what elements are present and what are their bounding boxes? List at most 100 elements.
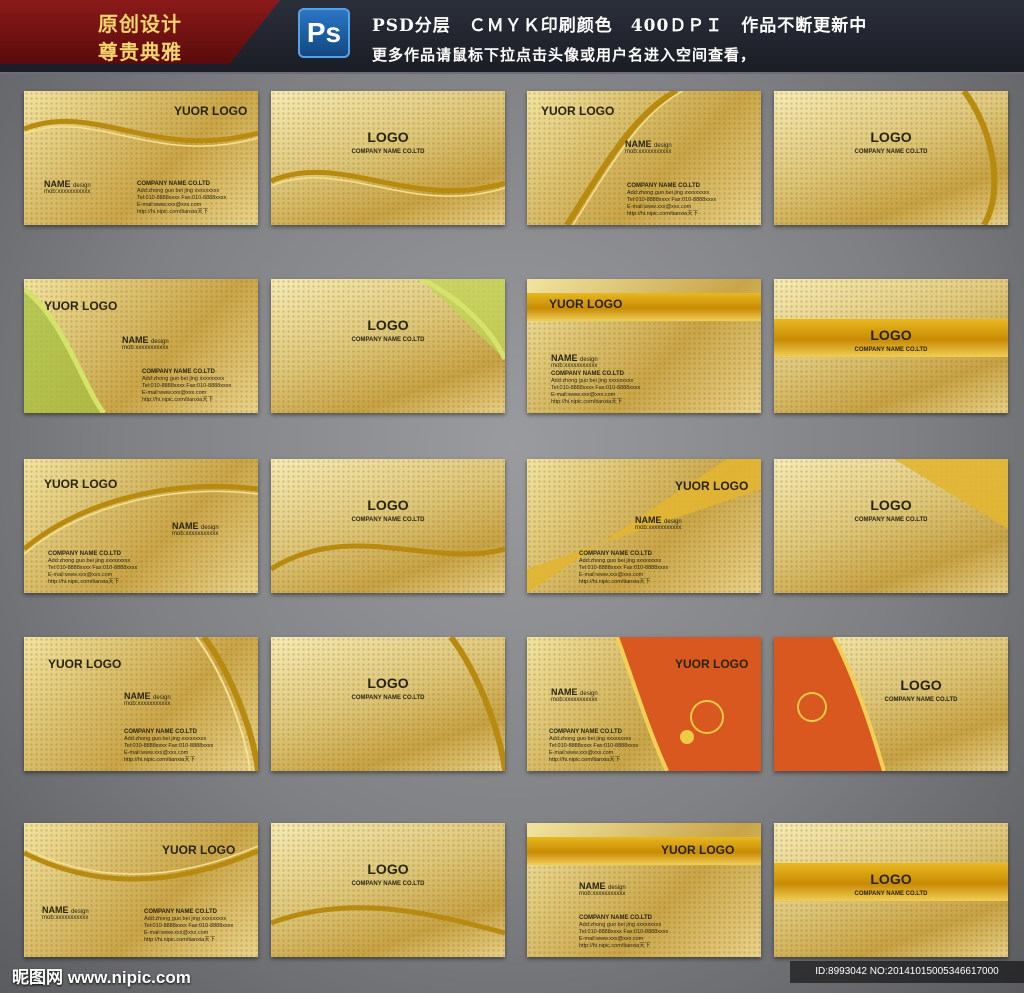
card-info-add: Add:zhong guo bei jing xxxxxxxxx (137, 188, 220, 194)
card-mobile: mob:xxxxxxxxxxx (124, 701, 171, 707)
card-info-email: E-mail:www.xxx@xxx.com (627, 204, 692, 210)
card-info-tel: Tel:010-8888xxxx Fax:010-8888xxxx (144, 923, 234, 929)
back-logo: LOGO (367, 497, 409, 513)
card-back: LOGO COMPANY NAME CO.LTD (271, 91, 505, 225)
card-info-email: E-mail:www.xxx@xxx.com (551, 392, 616, 398)
card-front: YUOR LOGO NAME design mob:xxxxxxxxxxx COMPA… (527, 637, 761, 771)
card-back: LOGO COMPANY NAME CO.LTD (774, 637, 1008, 771)
card-info-add: Add:zhong guo bei jing xxxxxxxxx (144, 916, 227, 922)
card-mobile: mob:xxxxxxxxxxx (551, 697, 598, 703)
back-logo: LOGO (367, 317, 409, 333)
card-back: LOGO COMPANY NAME CO.LTD (774, 823, 1008, 957)
card-info-tel: Tel:010-8888xxxx Fax:010-8888xxxx (579, 565, 669, 571)
card-info-tel: Tel:010-8888xxxx Fax:010-8888xxxx (579, 929, 669, 935)
back-logo: LOGO (367, 675, 409, 691)
card-logo: YUOR LOGO (661, 843, 735, 857)
card-info-add: Add:zhong guo bei jing xxxxxxxxx (124, 736, 207, 742)
card-info-tel: Tel:010-8888xxxx Fax:010-8888xxxx (137, 195, 227, 201)
card-name: NAME design (124, 691, 171, 701)
name-text: NAME (635, 515, 662, 525)
headline: PSD分层 ＣＭＹＫ印刷颜色 400ＤＰＩ 作品不断更新中 (372, 16, 868, 36)
card-info-company: COMPANY NAME CO.LTD (48, 551, 121, 557)
name-text: NAME (625, 139, 652, 149)
back-company: COMPANY NAME CO.LTD (351, 881, 425, 887)
name-text: NAME (122, 335, 149, 345)
card-info-add: Add:zhong guo bei jing xxxxxxxxx (551, 378, 634, 384)
card-logo: YUOR LOGO (675, 657, 749, 671)
card-mobile: mob:xxxxxxxxxxx (122, 345, 169, 351)
back-logo: LOGO (870, 129, 912, 145)
name-text: NAME (551, 687, 578, 697)
gold-curve-shape (271, 905, 505, 936)
card-info-add: Add:zhong guo bei jing xxxxxxxxx (579, 558, 662, 564)
card-info-web: http://hi.nipic.com/tianxia天下 (579, 579, 651, 585)
back-company: COMPANY NAME CO.LTD (884, 697, 958, 703)
card-logo: YUOR LOGO (541, 104, 615, 118)
card-info-tel: Tel:010-8888xxxx Fax:010-8888xxxx (549, 743, 639, 749)
gold-curve-shape (419, 279, 505, 361)
gold-curve-shape (894, 459, 1008, 529)
card-info-web: http://hi.nipic.com/tianxia天下 (551, 399, 623, 405)
name-text: NAME (172, 521, 199, 531)
card-mobile: mob:xxxxxxxxxxx (625, 149, 672, 155)
photoshop-icon: Ps (298, 8, 350, 58)
card-info-web: http://hi.nipic.com/tianxia天下 (627, 211, 699, 217)
card-mobile: mob:xxxxxxxxxxx (551, 363, 598, 369)
card-info-email: E-mail:www.xxx@xxx.com (124, 750, 189, 756)
card-name: NAME design (551, 353, 598, 363)
card-back: LOGO COMPANY NAME CO.LTD (774, 91, 1008, 225)
name-text: NAME (42, 905, 69, 915)
card-back: LOGO COMPANY NAME CO.LTD (271, 637, 505, 771)
card-logo: YUOR LOGO (48, 657, 122, 671)
back-company: COMPANY NAME CO.LTD (351, 695, 425, 701)
card-name: NAME design (172, 521, 219, 531)
card-name: NAME design (579, 881, 626, 891)
card-info-web: http://hi.nipic.com/tianxia天下 (549, 757, 621, 763)
card-back: LOGO COMPANY NAME CO.LTD (271, 459, 505, 593)
card-front: YUOR LOGO NAME design mob:xxxxxxxxxxx COMPA… (527, 91, 761, 225)
card-back: LOGO COMPANY NAME CO.LTD (774, 459, 1008, 593)
card-info-email: E-mail:www.xxx@xxx.com (144, 930, 209, 936)
card-logo: YUOR LOGO (549, 297, 623, 311)
card-info-add: Add:zhong guo bei jing xxxxxxxxx (627, 190, 710, 196)
card-info-email: E-mail:www.xxx@xxx.com (48, 572, 113, 578)
badge-line-2: 尊贵典雅 (98, 40, 182, 64)
gold-curve-shape (271, 169, 505, 197)
card-info-tel: Tel:010-8888xxxx Fax:010-8888xxxx (142, 383, 232, 389)
card-info-tel: Tel:010-8888xxxx Fax:010-8888xxxx (551, 385, 641, 391)
back-logo: LOGO (367, 129, 409, 145)
name-text: NAME (579, 881, 606, 891)
card-name: NAME design (551, 687, 598, 697)
card-name: NAME design (625, 139, 672, 149)
card-info-company: COMPANY NAME CO.LTD (144, 909, 217, 915)
name-text: NAME (551, 353, 578, 363)
card-info-company: COMPANY NAME CO.LTD (549, 729, 622, 735)
card-front: YUOR LOGO NAME design mob:xxxxxxxxxxx COMPA… (24, 823, 258, 957)
back-logo: LOGO (367, 861, 409, 877)
card-mobile: mob:xxxxxxxxxxx (635, 525, 682, 531)
header-bar: 原创设计 尊贵典雅 Ps PSD分层 ＣＭＹＫ印刷颜色 400ＤＰＩ 作品不断更… (0, 0, 1024, 74)
card-front: YUOR LOGO NAME design mob:xxxxxxxxxxx COMPA… (24, 637, 258, 771)
card-info-company: COMPANY NAME CO.LTD (579, 551, 652, 557)
card-info-add: Add:zhong guo bei jing xxxxxxxxx (549, 736, 632, 742)
card-logo: YUOR LOGO (44, 477, 118, 491)
card-front: YUOR LOGO NAME design mob:xxxxxxxxxxx COMPA… (24, 459, 258, 593)
watermark-site: 昵图网 www.nipic.com (12, 968, 191, 987)
card-front: YUOR LOGO NAME design mob:xxxxxxxxxxx COMPA… (527, 823, 761, 957)
card-info-tel: Tel:010-8888xxxx Fax:010-8888xxxx (124, 743, 214, 749)
card-info-company: COMPANY NAME CO.LTD (124, 729, 197, 735)
card-name: NAME design (42, 905, 89, 915)
card-info-email: E-mail:www.xxx@xxx.com (579, 936, 644, 942)
card-mobile: mob:xxxxxxxxxxx (44, 189, 91, 195)
card-logo: YUOR LOGO (174, 104, 248, 118)
card-back: LOGO COMPANY NAME CO.LTD (774, 279, 1008, 413)
card-info-web: http://hi.nipic.com/tianxia天下 (142, 397, 214, 403)
card-logo: YUOR LOGO (675, 479, 749, 493)
back-company: COMPANY NAME CO.LTD (351, 337, 425, 343)
back-company: COMPANY NAME CO.LTD (854, 517, 928, 523)
gold-curve-shape (961, 91, 998, 225)
card-front: YUOR LOGO NAME design mob:xxxxxxxxxxx COMPA… (24, 91, 258, 225)
card-info-web: http://hi.nipic.com/tianxia天下 (137, 209, 209, 215)
image-id: ID:8993042 NO:20141015005346617000 (790, 961, 1024, 983)
back-company: COMPANY NAME CO.LTD (351, 517, 425, 523)
